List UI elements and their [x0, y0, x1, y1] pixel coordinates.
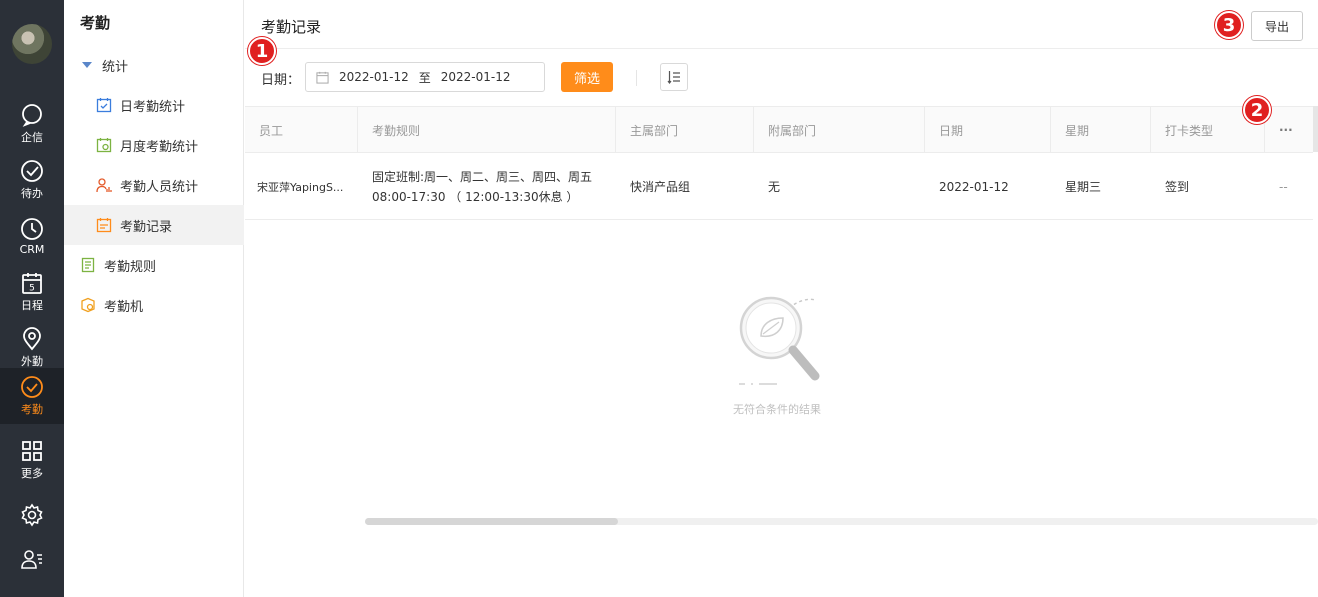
horizontal-scrollbar-thumb[interactable]: [365, 518, 618, 525]
rule-line: 08:00-17:30 （ 12:00-13:30休息 ）: [372, 189, 579, 204]
end-date[interactable]: 2022-01-12: [441, 70, 511, 84]
date-label: 日期：: [261, 73, 301, 88]
rail-item-label: CRM: [19, 242, 45, 256]
rail-item-more[interactable]: 更多: [0, 432, 64, 488]
column-header-rule[interactable]: 考勤规则: [358, 107, 616, 153]
vertical-scrollbar[interactable]: [1313, 106, 1318, 152]
sort-list-icon: [667, 71, 680, 84]
sidebar-item-label: 月度考勤统计: [120, 139, 199, 155]
empty-state-text: 无符合条件的结果: [733, 403, 821, 416]
rail-item-todo[interactable]: 待办: [0, 152, 64, 208]
left-rail: 企信 待办 CRM 5 日程 外勤 考勤 更多: [0, 0, 64, 597]
empty-search-icon: [739, 296, 820, 385]
rail-item-label: 更多: [21, 467, 43, 480]
table-header: 员工 考勤规则 主属部门 附属部门 日期 星期 打卡类型 ···: [245, 106, 1313, 153]
app-window: 企信 待办 CRM 5 日程 外勤 考勤 更多 考勤 统计 日考勤统计 月度考勤…: [0, 0, 1318, 597]
annotation-badge-2: 2: [1243, 96, 1271, 124]
column-header-sub-dept[interactable]: 附属部门: [754, 107, 925, 153]
rail-item-label: 外勤: [21, 355, 43, 368]
svg-text:5: 5: [29, 284, 35, 294]
clock-icon: [21, 217, 43, 240]
chat-icon: [22, 104, 42, 127]
cell-more: --: [1279, 179, 1288, 194]
settings-gear-icon[interactable]: [20, 503, 44, 527]
start-date[interactable]: 2022-01-12: [339, 70, 409, 84]
contacts-icon[interactable]: [20, 547, 44, 571]
sidebar-title: 考勤: [80, 14, 111, 32]
cell-punch-type: 签到: [1165, 180, 1190, 194]
attendance-icon: [21, 376, 43, 398]
sidebar-item-label: 考勤规则: [104, 259, 157, 275]
sidebar-group-label: 统计: [102, 59, 129, 75]
person-stats-icon: [96, 178, 112, 193]
location-pin-icon: [23, 327, 41, 351]
export-button[interactable]: 导出: [1251, 11, 1303, 41]
sidebar-item-label: 考勤机: [104, 299, 144, 315]
filter-button[interactable]: 筛选: [561, 62, 613, 92]
column-more-button[interactable]: ···: [1265, 107, 1313, 153]
sidebar-item-label: 日考勤统计: [120, 99, 186, 115]
column-header-employee[interactable]: 员工: [245, 107, 358, 153]
cell-date: 2022-01-12: [939, 179, 1009, 194]
cell-main-dept: 快消产品组: [630, 180, 691, 194]
sidebar-item-rules[interactable]: 考勤规则: [64, 245, 244, 285]
sidebar-item-machine[interactable]: 考勤机: [64, 285, 244, 325]
column-settings-button[interactable]: [660, 63, 688, 91]
calendar-month-icon: [96, 138, 112, 153]
rail-item-label: 企信: [21, 131, 43, 144]
caret-down-icon: [82, 62, 92, 68]
machine-icon: [81, 297, 95, 313]
annotation-badge-3: 3: [1215, 11, 1243, 39]
cell-employee[interactable]: 宋亚萍YapingS...: [245, 153, 358, 220]
toolbar-divider: [636, 70, 637, 86]
calendar-small-icon: [316, 71, 329, 84]
rail-item-label: 日程: [21, 299, 43, 312]
date-separator: 至: [418, 70, 431, 85]
cell-weekday: 星期三: [1065, 180, 1102, 194]
rail-item-attendance[interactable]: 考勤: [0, 368, 64, 424]
sidebar-item-records[interactable]: 考勤记录: [64, 205, 244, 245]
sidebar-item-monthly-stats[interactable]: 月度考勤统计: [64, 125, 244, 165]
divider: [245, 48, 1318, 49]
page-title: 考勤记录: [261, 18, 322, 36]
column-header-date[interactable]: 日期: [925, 107, 1051, 153]
check-circle-icon: [21, 160, 43, 182]
cell-rule: 固定班制:周一、周二、周三、周四、周五 08:00-17:30 （ 12:00-…: [358, 153, 616, 220]
rail-item-label: 待办: [21, 187, 43, 200]
column-header-weekday[interactable]: 星期: [1051, 107, 1151, 153]
sidebar-item-daily-stats[interactable]: 日考勤统计: [64, 85, 244, 125]
sidebar-group-stats[interactable]: 统计: [64, 45, 244, 85]
grid-icon: [22, 441, 42, 461]
sidebar-item-people-stats[interactable]: 考勤人员统计: [64, 165, 244, 205]
rail-item-schedule[interactable]: 5 日程: [0, 264, 64, 320]
calendar-check-icon: [96, 98, 112, 113]
rail-item-label: 考勤: [21, 403, 43, 416]
rail-item-crm[interactable]: CRM: [0, 208, 64, 264]
column-header-main-dept[interactable]: 主属部门: [616, 107, 754, 153]
table-row[interactable]: 宋亚萍YapingS... 固定班制:周一、周二、周三、周四、周五 08:00-…: [245, 153, 1313, 220]
main-content: 考勤记录 导出 日期： 2022-01-12 至 2022-01-12 筛选 员…: [245, 0, 1318, 597]
secondary-sidebar: 考勤 统计 日考勤统计 月度考勤统计 考勤人员统计 考勤记录 考勤规则 考勤机: [64, 0, 244, 597]
rule-doc-icon: [81, 257, 95, 273]
calendar-icon: 5: [22, 273, 42, 294]
avatar[interactable]: [12, 24, 52, 64]
cell-sub-dept: 无: [768, 180, 781, 194]
record-icon: [96, 218, 112, 233]
sidebar-item-label: 考勤人员统计: [120, 179, 199, 195]
date-range-picker[interactable]: 2022-01-12 至 2022-01-12: [305, 62, 545, 92]
rule-line: 固定班制:周一、周二、周三、周四、周五: [372, 169, 593, 184]
annotation-badge-1: 1: [248, 37, 276, 65]
sidebar-item-label: 考勤记录: [120, 219, 173, 235]
rail-item-chat[interactable]: 企信: [0, 96, 64, 152]
